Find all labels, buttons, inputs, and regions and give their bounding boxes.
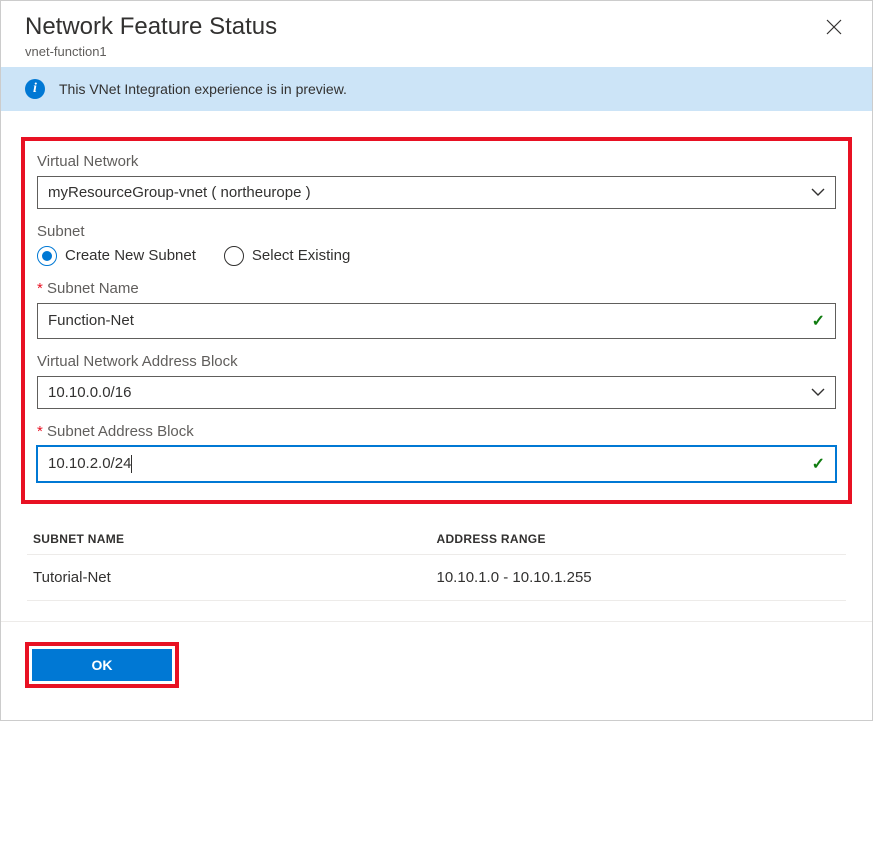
subnet-address-block-input-wrap: 10.10.2.0/24 ✓ [37,446,836,482]
vnet-address-block-label: Virtual Network Address Block [37,353,836,370]
virtual-network-label: Virtual Network [37,153,836,170]
table-header-address-range: ADDRESS RANGE [437,532,841,546]
virtual-network-select[interactable]: myResourceGroup-vnet ( northeurope ) [37,176,836,209]
subnet-name-input[interactable] [48,312,812,329]
checkmark-icon: ✓ [812,311,825,331]
subnet-name-input-wrap: ✓ [37,303,836,339]
network-feature-status-panel: Network Feature Status vnet-function1 i … [0,0,873,721]
radio-create-new-subnet[interactable]: Create New Subnet [37,246,196,266]
panel-subtitle: vnet-function1 [25,44,277,59]
subnet-name-label: Subnet Name [37,280,836,297]
chevron-down-icon [811,384,825,400]
subnet-label: Subnet [37,223,836,240]
table-cell-subnet-name: Tutorial-Net [33,569,437,586]
panel-title: Network Feature Status [25,13,277,42]
ok-button[interactable]: OK [32,649,172,681]
virtual-network-value: myResourceGroup-vnet ( northeurope ) [48,184,311,201]
checkmark-icon: ✓ [812,454,825,474]
info-banner-text: This VNet Integration experience is in p… [59,81,347,97]
table-header-subnet-name: SUBNET NAME [33,532,437,546]
table-row: Tutorial-Net 10.10.1.0 - 10.10.1.255 [27,555,846,601]
info-icon: i [25,79,45,99]
radio-checked-icon [37,246,57,266]
panel-header: Network Feature Status vnet-function1 [1,1,872,67]
table-cell-address-range: 10.10.1.0 - 10.10.1.255 [437,569,841,586]
subnet-address-block-label: Subnet Address Block [37,423,836,440]
subnet-address-block-value: 10.10.2.0/24 [48,455,131,472]
radio-unchecked-icon [224,246,244,266]
vnet-address-block-select[interactable]: 10.10.0.0/16 [37,376,836,409]
form-highlight-box: Virtual Network myResourceGroup-vnet ( n… [21,137,852,504]
ok-button-highlight: OK [25,642,179,688]
subnet-address-block-input[interactable] [132,455,472,472]
vnet-address-block-value: 10.10.0.0/16 [48,384,131,401]
panel-footer: OK [1,621,872,720]
radio-select-existing[interactable]: Select Existing [224,246,350,266]
subnets-table: SUBNET NAME ADDRESS RANGE Tutorial-Net 1… [21,524,852,601]
close-button[interactable] [820,13,848,41]
preview-info-banner: i This VNet Integration experience is in… [1,67,872,111]
chevron-down-icon [811,184,825,200]
radio-create-label: Create New Subnet [65,247,196,264]
radio-select-label: Select Existing [252,247,350,264]
close-icon [826,19,842,35]
